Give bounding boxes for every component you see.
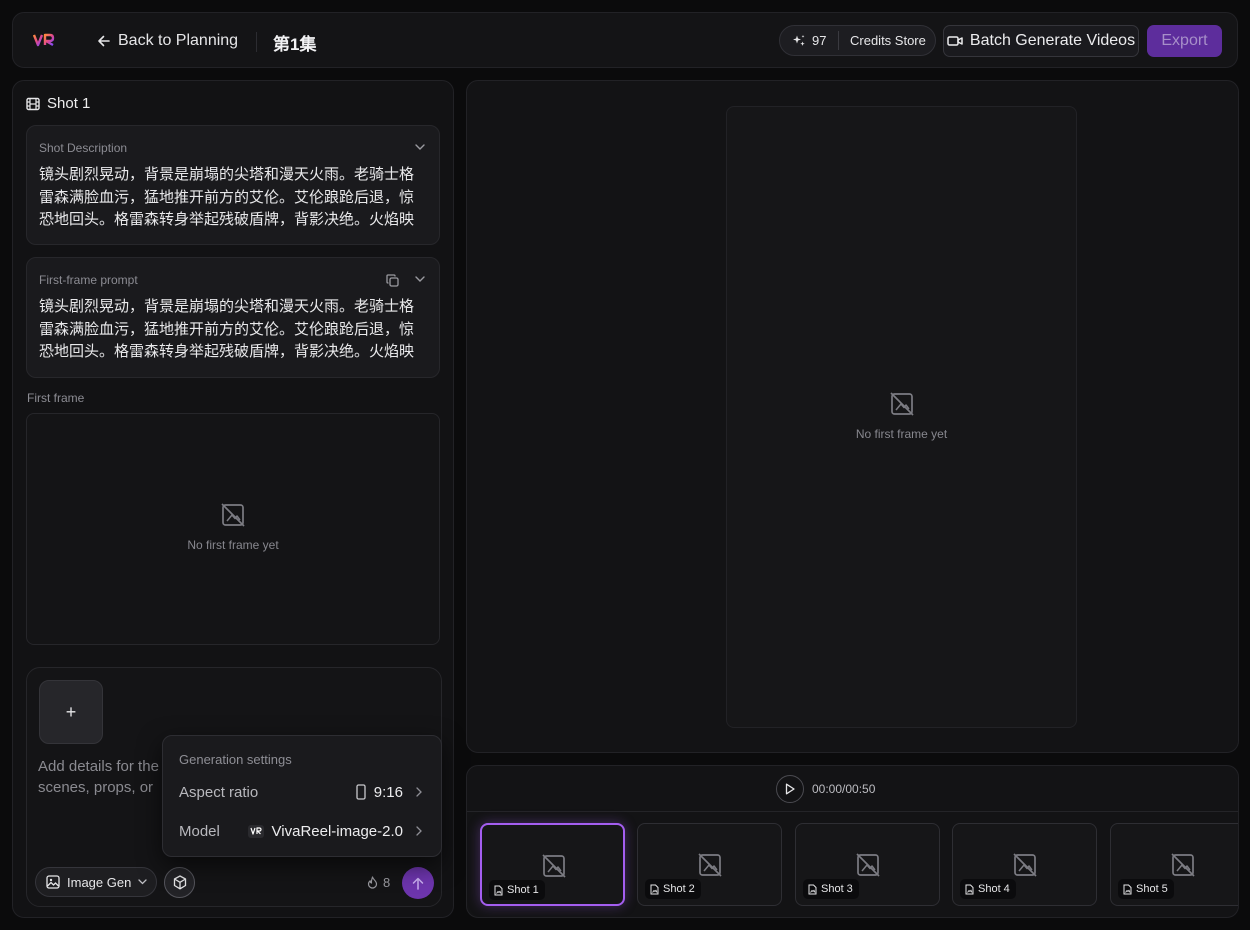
shot-label-text: Shot 3 xyxy=(821,883,853,895)
preview-panel: No first frame yet xyxy=(466,80,1239,753)
sparkles-icon xyxy=(793,34,805,46)
add-reference-button[interactable]: + xyxy=(39,680,103,744)
no-image-icon xyxy=(856,853,880,877)
model-row[interactable]: Model VivaReel-image-2.0 xyxy=(163,816,441,846)
chevron-down-icon xyxy=(138,879,147,885)
send-button[interactable] xyxy=(402,867,434,899)
flame-icon xyxy=(367,876,378,889)
generation-settings-button[interactable] xyxy=(164,867,195,898)
arrow-left-icon xyxy=(98,35,110,47)
chevron-right-icon xyxy=(416,826,422,836)
shot-title: Shot 1 xyxy=(47,95,91,112)
export-button[interactable]: Export xyxy=(1147,25,1222,57)
preview-frame: No first frame yet xyxy=(726,106,1077,728)
first-frame-label: First frame xyxy=(27,391,85,405)
shot-strip: Shot 1 Shot 2 Shot 3 Shot 4 Shot 5 xyxy=(480,823,1238,907)
batch-generate-label: Batch Generate Videos xyxy=(969,32,1136,49)
empty-state: No first frame yet xyxy=(727,391,1076,441)
shot-label: Shot 1 xyxy=(489,880,545,900)
copy-icon[interactable] xyxy=(386,274,399,287)
empty-state-text: No first frame yet xyxy=(855,427,948,441)
image-icon xyxy=(46,875,60,889)
shot-header: Shot 1 xyxy=(26,95,90,112)
shot-description-card[interactable]: Shot Description 镜头剧烈晃动，背景是崩塌的尖塔和漫天火雨。老骑… xyxy=(26,125,440,245)
episode-title: 第1集 xyxy=(273,35,317,54)
time-readout: 00:00/00:50 xyxy=(812,782,876,796)
no-image-icon xyxy=(889,392,914,416)
header-divider xyxy=(256,32,257,52)
play-icon xyxy=(785,783,795,795)
shot-label: Shot 2 xyxy=(645,879,701,899)
shot-label-text: Shot 5 xyxy=(1136,883,1168,895)
no-image-icon xyxy=(221,503,245,527)
shot-description-label: Shot Description xyxy=(39,141,128,155)
aspect-ratio-value: 9:16 xyxy=(356,784,403,801)
credits-pill: 97 Credits Store xyxy=(779,25,936,56)
cost-value: 8 xyxy=(383,875,391,890)
generation-cost: 8 xyxy=(367,875,390,890)
aspect-ratio-label: Aspect ratio xyxy=(179,783,259,801)
prompt-input[interactable]: Add details for the scenes, props, or re xyxy=(38,756,163,800)
shot-thumbnail[interactable]: Shot 5 xyxy=(1110,823,1238,906)
image-gen-mode-dropdown[interactable]: Image Gen xyxy=(35,867,157,897)
credits-balance: 97 xyxy=(780,33,838,48)
generation-settings-title: Generation settings xyxy=(179,752,292,767)
chevron-down-icon[interactable] xyxy=(415,276,425,282)
shot-label: Shot 5 xyxy=(1118,879,1174,899)
image-file-icon xyxy=(650,884,659,894)
empty-state: No first frame yet xyxy=(27,502,439,552)
video-camera-icon xyxy=(947,36,963,46)
no-image-icon xyxy=(1013,853,1037,877)
no-image-icon xyxy=(698,853,722,877)
shot-thumbnail[interactable]: Shot 1 xyxy=(480,823,625,906)
first-frame-prompt-card[interactable]: First-frame prompt 镜头剧烈晃动，背景是崩塌的尖塔和漫天火雨。… xyxy=(26,257,440,378)
shot-thumbnail[interactable]: Shot 4 xyxy=(952,823,1097,906)
shot-label-text: Shot 1 xyxy=(507,884,539,896)
model-text: VivaReel-image-2.0 xyxy=(271,822,403,840)
vr-logo xyxy=(33,33,55,47)
shot-label-text: Shot 2 xyxy=(663,883,695,895)
shot-thumbnail[interactable]: Shot 3 xyxy=(795,823,940,906)
image-file-icon xyxy=(494,885,503,895)
image-file-icon xyxy=(1123,884,1132,894)
credits-store-button[interactable]: Credits Store xyxy=(839,33,926,48)
aspect-ratio-row[interactable]: Aspect ratio 9:16 xyxy=(163,777,441,807)
first-frame-prompt-label: First-frame prompt xyxy=(39,273,138,287)
timeline: 00:00/00:50 Shot 1 Shot 2 Shot 3 Shot 4 … xyxy=(466,765,1239,918)
mode-label: Image Gen xyxy=(67,874,132,890)
batch-generate-videos-button[interactable]: Batch Generate Videos xyxy=(943,25,1139,57)
credits-count: 97 xyxy=(812,33,827,48)
back-label: Back to Planning xyxy=(118,32,239,49)
image-file-icon xyxy=(965,884,974,894)
portrait-ratio-icon xyxy=(356,784,366,800)
back-to-planning-button[interactable]: Back to Planning xyxy=(97,31,238,51)
shot-label: Shot 3 xyxy=(803,879,859,899)
top-bar: Back to Planning 第1集 97 Credits Store Ba… xyxy=(12,12,1238,68)
shot-thumbnail[interactable]: Shot 2 xyxy=(637,823,782,906)
film-icon xyxy=(26,97,40,110)
empty-state-text: No first frame yet xyxy=(187,538,279,552)
shot-label: Shot 4 xyxy=(960,879,1016,899)
no-image-icon xyxy=(542,854,566,878)
arrow-up-icon xyxy=(412,877,424,890)
generation-settings-popover: Generation settings Aspect ratio 9:16 Mo… xyxy=(162,735,442,857)
play-button[interactable] xyxy=(776,775,804,803)
vivareel-logo-icon xyxy=(247,824,264,838)
cube-icon xyxy=(173,875,186,890)
no-image-icon xyxy=(1171,853,1195,877)
model-value: VivaReel-image-2.0 xyxy=(247,822,403,840)
shot-label-text: Shot 4 xyxy=(978,883,1010,895)
chevron-down-icon[interactable] xyxy=(415,144,425,150)
model-label: Model xyxy=(179,822,220,840)
image-file-icon xyxy=(808,884,817,894)
first-frame-preview: No first frame yet xyxy=(26,413,440,645)
first-frame-prompt-text: 镜头剧烈晃动，背景是崩塌的尖塔和漫天火雨。老骑士格雷森满脸血污，猛地推开前方的艾… xyxy=(39,298,415,360)
chevron-right-icon xyxy=(416,787,422,797)
shot-description-text: 镜头剧烈晃动，背景是崩塌的尖塔和漫天火雨。老骑士格雷森满脸血污，猛地推开前方的艾… xyxy=(39,166,415,228)
aspect-ratio-text: 9:16 xyxy=(373,783,403,801)
timeline-divider xyxy=(467,811,1238,812)
